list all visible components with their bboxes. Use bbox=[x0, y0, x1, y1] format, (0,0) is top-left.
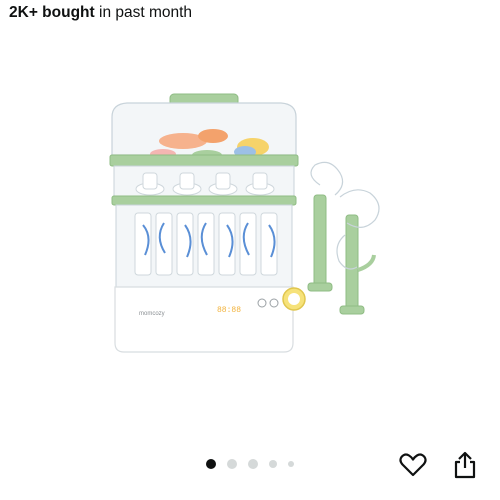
heart-icon bbox=[399, 453, 427, 477]
share-button[interactable] bbox=[450, 450, 480, 480]
purchase-stat: 2K+ bought in past month bbox=[9, 4, 192, 22]
carousel-dot[interactable] bbox=[227, 459, 237, 469]
carousel-dot[interactable] bbox=[269, 460, 277, 468]
carousel-dot[interactable] bbox=[206, 459, 216, 469]
product-image[interactable]: momcozy 88:88 bbox=[95, 85, 400, 360]
favorite-button[interactable] bbox=[398, 450, 428, 480]
purchase-period: in past month bbox=[94, 4, 193, 21]
carousel-dot[interactable] bbox=[288, 461, 294, 467]
carousel-dot[interactable] bbox=[248, 459, 258, 469]
product-actions bbox=[398, 450, 480, 480]
brand-logo-text: momcozy bbox=[139, 311, 165, 317]
purchase-count: 2K+ bought bbox=[9, 4, 95, 21]
share-icon bbox=[454, 451, 476, 479]
led-display-text: 88:88 bbox=[217, 306, 241, 315]
